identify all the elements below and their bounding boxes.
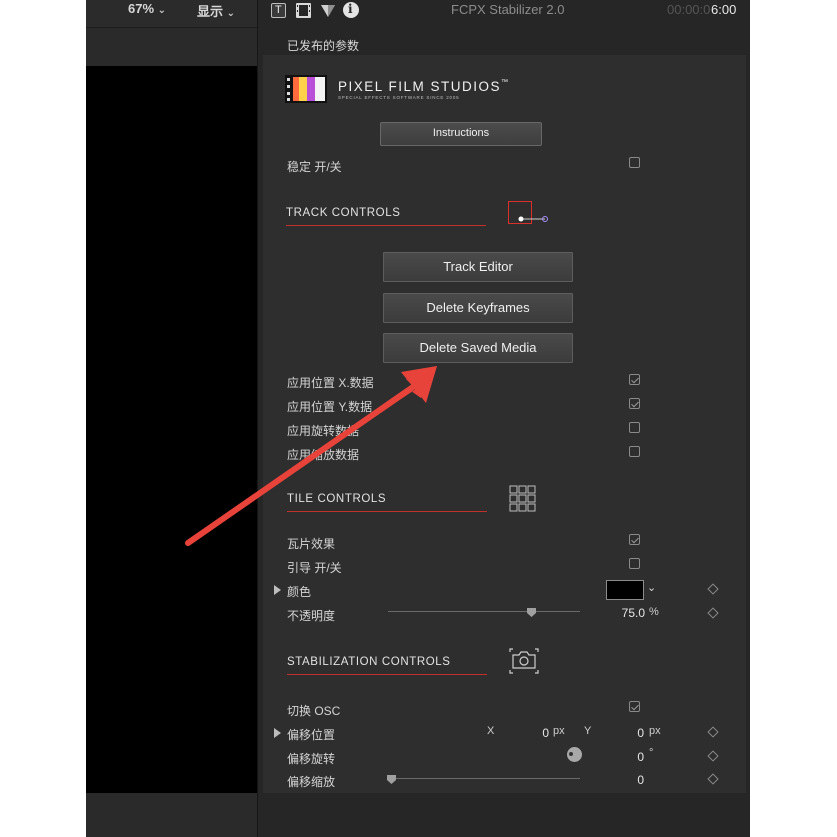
keyframe-diamond-icon[interactable] — [707, 607, 719, 619]
plugin-panel: PIXEL FILM STUDIOS™ SPECIAL EFFECTS SOFT… — [263, 55, 746, 793]
keyframe-diamond-icon[interactable] — [707, 726, 719, 738]
keyframe-diamond-icon[interactable] — [707, 773, 719, 785]
viewer-pane: 67% ⌄ 显示 ⌄ — [86, 0, 257, 837]
apply-y-checkbox[interactable] — [629, 398, 640, 409]
switch-osc-label: 切换 OSC — [287, 704, 341, 718]
pixel-film-studios-logo — [285, 73, 327, 105]
logo-brand-text: PIXEL FILM STUDIOS — [338, 79, 502, 94]
offset-scale-value[interactable]: 0 — [618, 773, 644, 787]
switch-osc-checkbox[interactable] — [629, 701, 640, 712]
delete-saved-media-button[interactable]: Delete Saved Media — [383, 333, 573, 363]
disclosure-triangle-icon[interactable] — [274, 585, 281, 595]
track-point-icon[interactable] — [518, 210, 548, 228]
stabilize-toggle-label: 稳定 开/关 — [287, 160, 342, 174]
rotation-dial[interactable] — [567, 747, 582, 762]
chevron-down-icon: ⌄ — [226, 8, 236, 19]
opacity-unit: % — [649, 606, 659, 618]
offset-rotation-label: 偏移旋转 — [287, 752, 336, 766]
guide-toggle-label: 引导 开/关 — [287, 561, 342, 575]
offset-position-label: 偏移位置 — [287, 728, 336, 742]
track-editor-button[interactable]: Track Editor — [383, 252, 573, 282]
keyframe-diamond-icon[interactable] — [707, 583, 719, 595]
apply-scale-label: 应用缩放数据 — [287, 448, 360, 462]
inspector-header: T i FCPX Stabilizer 2.0 00:00:0 6:00 — [258, 0, 751, 22]
apply-y-label: 应用位置 Y.数据 — [287, 400, 373, 414]
offset-scale-label: 偏移缩放 — [287, 775, 336, 789]
logo-trademark: ™ — [501, 79, 510, 86]
offset-scale-slider[interactable] — [388, 778, 580, 779]
apply-rotation-checkbox[interactable] — [629, 422, 640, 433]
offset-rotation-unit: ° — [649, 747, 654, 759]
apply-x-label: 应用位置 X.数据 — [287, 376, 374, 390]
offset-rotation-value[interactable]: 0 — [618, 750, 644, 764]
zoom-menu[interactable]: 67% ⌄ — [128, 1, 166, 16]
tile-effect-checkbox[interactable] — [629, 534, 640, 545]
stabilization-controls-underline — [287, 674, 487, 675]
inspector-title: FCPX Stabilizer 2.0 — [451, 2, 565, 17]
color-label: 颜色 — [287, 585, 312, 599]
page-margin — [750, 0, 837, 837]
track-controls-title: TRACK CONTROLS — [286, 207, 401, 219]
stabilization-controls-title: STABILIZATION CONTROLS — [287, 656, 451, 668]
viewer-toolbar: 67% ⌄ 显示 ⌄ — [86, 0, 257, 28]
timecode-dim: 00:00:0 — [667, 2, 711, 17]
timecode: 6:00 — [711, 2, 737, 17]
info-icon[interactable]: i — [343, 2, 359, 18]
opacity-slider[interactable] — [388, 611, 580, 612]
keyframe-diamond-icon[interactable] — [707, 750, 719, 762]
apply-scale-checkbox[interactable] — [629, 446, 640, 457]
display-menu-label: 显示 — [197, 4, 224, 19]
offset-x-label: X — [487, 725, 495, 737]
offset-x-unit: px — [553, 725, 565, 737]
tile-effect-label: 瓦片效果 — [287, 537, 336, 551]
published-params-heading: 已发布的参数 — [287, 39, 360, 53]
color-swatch[interactable] — [606, 580, 644, 600]
display-menu[interactable]: 显示 ⌄ — [197, 1, 235, 20]
tile-controls-title: TILE CONTROLS — [287, 493, 387, 505]
track-controls-underline — [286, 225, 486, 226]
guide-toggle-checkbox[interactable] — [629, 558, 640, 569]
viewer-subbar — [86, 28, 257, 66]
offset-scale-slider-knob[interactable] — [386, 772, 397, 790]
offset-x-value[interactable]: 0 — [523, 726, 549, 740]
chevron-down-icon[interactable]: ⌄ — [647, 581, 656, 594]
opacity-slider-knob[interactable] — [526, 605, 537, 623]
text-inspector-icon[interactable]: T — [271, 3, 286, 18]
zoom-value: 67% — [128, 1, 155, 16]
stabilize-toggle-checkbox[interactable] — [629, 157, 640, 168]
viewer-canvas — [86, 66, 257, 793]
disclosure-triangle-icon[interactable] — [274, 728, 281, 738]
color-inspector-icon[interactable] — [320, 4, 336, 23]
offset-y-unit: px — [649, 725, 661, 737]
inspector-bottom-bar — [258, 793, 751, 837]
instructions-button[interactable]: Instructions — [380, 122, 542, 146]
inspector-pane: T i FCPX Stabilizer 2.0 00:00:0 6:00 已发布… — [257, 0, 751, 837]
chevron-down-icon: ⌄ — [157, 5, 167, 16]
offset-y-value[interactable]: 0 — [618, 726, 644, 740]
viewer-bottom-bar — [86, 793, 257, 837]
logo-tagline: SPECIAL EFFECTS SOFTWARE SINCE 2005 — [338, 95, 460, 100]
tile-controls-underline — [287, 511, 487, 512]
offset-y-label: Y — [584, 725, 592, 737]
logo-brand: PIXEL FILM STUDIOS™ — [338, 79, 510, 94]
apply-rotation-label: 应用旋转数据 — [287, 424, 360, 438]
delete-keyframes-button[interactable]: Delete Keyframes — [383, 293, 573, 323]
opacity-label: 不透明度 — [287, 609, 336, 623]
video-inspector-icon[interactable] — [296, 3, 311, 18]
opacity-value[interactable]: 75.0 — [603, 606, 645, 620]
tile-grid-icon[interactable] — [509, 485, 537, 518]
apply-x-checkbox[interactable] — [629, 374, 640, 385]
camera-icon[interactable] — [509, 648, 539, 679]
